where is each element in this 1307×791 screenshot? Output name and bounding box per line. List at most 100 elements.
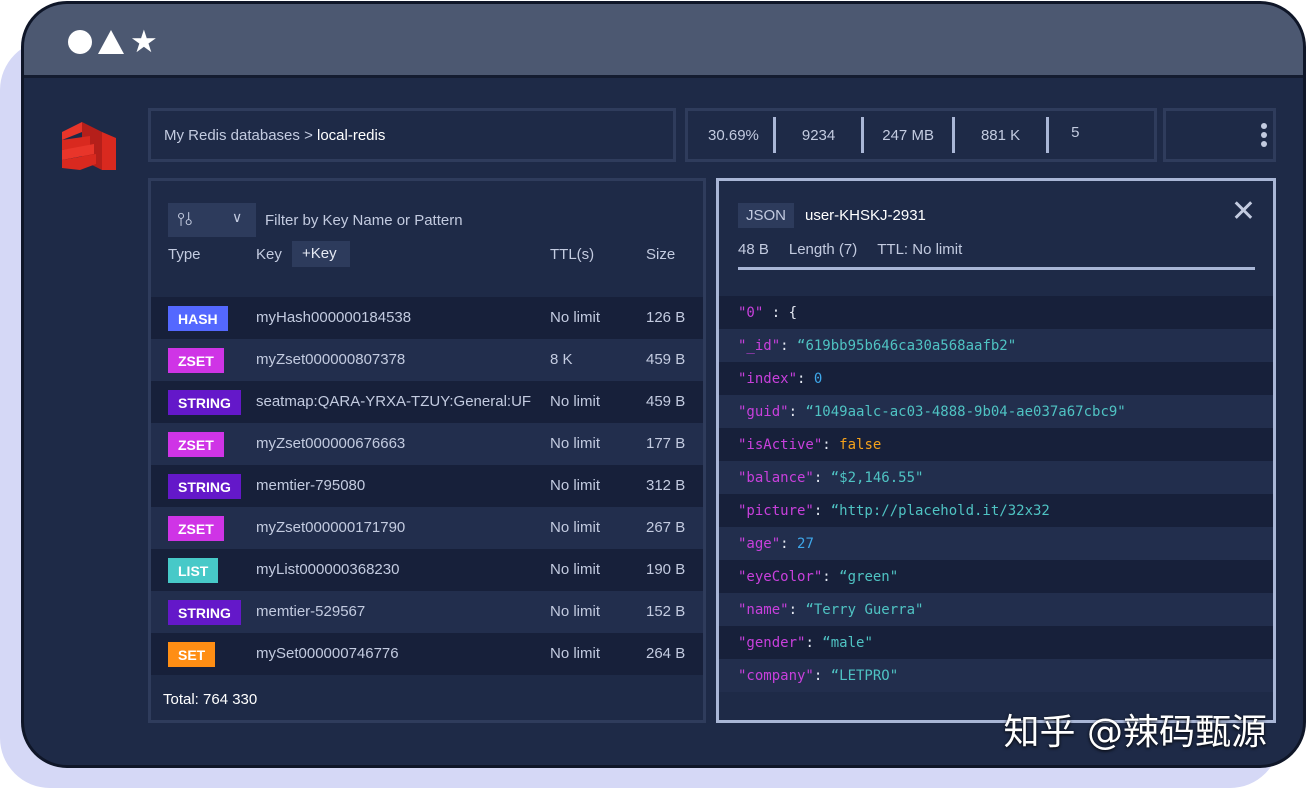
json-line: "gender": “male" (719, 626, 1273, 659)
json-value: “1049aalc-ac03-4888-9b04-ae037a67cbc9" (805, 404, 1126, 420)
json-separator: : (813, 668, 831, 684)
json-separator: : (805, 635, 823, 651)
json-line: "index": 0 (719, 362, 1273, 395)
header-ttl: TTL(s) (550, 246, 595, 263)
json-line: "age": 27 (719, 527, 1273, 560)
json-separator: : (780, 536, 798, 552)
ttl: No limit (550, 603, 601, 620)
type-badge: ZSET (168, 432, 224, 457)
json-key: "gender" (738, 635, 806, 651)
table-row[interactable]: ZSET myZset000000807378 8 K 459 B (151, 339, 703, 381)
json-value: “$2,146.55" (830, 470, 924, 486)
size: 267 B (646, 519, 686, 536)
json-line: "guid": “1049aalc-ac03-4888-9b04-ae037a6… (719, 395, 1273, 428)
stat-clients: 5 (1071, 123, 1080, 141)
title-bar: ★ (24, 4, 1303, 78)
json-value: “male" (822, 635, 873, 651)
json-separator: : (797, 371, 814, 387)
breadcrumb-current: local-redis (317, 127, 386, 144)
redis-logo-icon (62, 122, 116, 170)
json-key: "age" (738, 536, 781, 552)
size: 190 B (646, 561, 686, 578)
ttl: 8 K (550, 351, 573, 368)
sliders-icon: ⫯⫰ (177, 209, 193, 229)
header-size: Size (646, 246, 676, 263)
triangle-icon[interactable] (98, 30, 124, 54)
json-key: "company" (738, 668, 814, 684)
add-key-button[interactable]: +Key (292, 241, 350, 267)
size: 459 B (646, 351, 686, 368)
json-key: "eyeColor" (738, 569, 823, 585)
json-value: “http://placehold.it/32x32 (830, 503, 1050, 519)
key-name: seatmap:QARA-YRXA-TZUY:General:UF (256, 393, 532, 410)
json-key: "index" (738, 371, 798, 387)
type-badge: SET (168, 642, 216, 667)
json-separator: : (788, 602, 806, 618)
table-row[interactable]: ZSET myZset000000676663 No limit 177 B (151, 423, 703, 465)
key-list: HASH myHash000000184538 No limit 126 B ZSET m… (151, 297, 703, 675)
circle-icon[interactable] (68, 30, 92, 54)
ttl: No limit (550, 435, 601, 452)
json-line: "_id": “619bb95b646ca30a568aafb2" (719, 329, 1273, 362)
json-value: 27 (797, 536, 814, 552)
table-row[interactable]: STRING seatmap:QARA-YRXA-TZUY:General:UF N… (151, 381, 703, 423)
ttl: No limit (550, 393, 601, 410)
more-options-icon[interactable] (1261, 123, 1267, 150)
json-value: { (788, 305, 798, 321)
key-ttl: TTL: No limit (877, 241, 963, 258)
json-value: “619bb95b646ca30a568aafb2" (797, 338, 1017, 354)
table-row[interactable]: LIST myList000000368230 No limit 190 B (151, 549, 703, 591)
table-row[interactable]: STRING memtier-529567 No limit 152 B (151, 591, 703, 633)
size: 177 B (646, 435, 686, 452)
key-type-filter-dropdown[interactable]: ⫯⫰ ∨ (168, 203, 256, 237)
json-line: "0" : { (719, 296, 1273, 329)
stat-memory: 247 MB (882, 126, 934, 144)
json-separator: : (813, 470, 831, 486)
type-badge: HASH (168, 306, 228, 331)
divider (738, 267, 1255, 270)
json-line: "isActive": false (719, 428, 1273, 461)
json-key: "isActive" (738, 437, 823, 453)
table-row[interactable]: ZSET myZset000000171790 No limit 267 B (151, 507, 703, 549)
type-badge: ZSET (168, 348, 224, 373)
json-key: "guid" (738, 404, 789, 420)
table-row[interactable]: HASH myHash000000184538 No limit 126 B (151, 297, 703, 339)
stat-keys: 881 K (980, 126, 1021, 144)
json-line: "name": “Terry Guerra" (719, 593, 1273, 626)
total-count: Total: 764 330 (163, 691, 258, 708)
stat-ops: 9234 (801, 126, 836, 144)
type-badge: STRING (168, 474, 241, 499)
json-line: "balance": “$2,146.55" (719, 461, 1273, 494)
ttl: No limit (550, 309, 601, 326)
json-separator: : (822, 569, 840, 585)
table-row[interactable]: SET mySet000000746776 No limit 264 B (151, 633, 703, 675)
breadcrumb-parent[interactable]: My Redis databases > (164, 127, 313, 144)
type-badge: ZSET (168, 516, 224, 541)
stats-bar: 30.69% 9234 247 MB 881 K 5 (685, 108, 1157, 162)
key-browser-panel: ⫯⫰ ∨ Filter by Key Name or Pattern Type … (148, 178, 706, 723)
close-icon[interactable]: ✕ (1231, 197, 1256, 227)
key-name: user-KHSKJ-2931 (805, 207, 926, 224)
key-name: myList000000368230 (256, 561, 400, 578)
json-line: "picture": “http://placehold.it/32x32 (719, 494, 1273, 527)
menu-box (1163, 108, 1276, 162)
json-separator: : (780, 338, 798, 354)
json-key: "balance" (738, 470, 814, 486)
chevron-down-icon: ∨ (232, 209, 243, 225)
app-window: ★ My Redis databases > local-redis 30.69… (21, 1, 1306, 768)
table-row[interactable]: STRING memtier-795080 No limit 312 B (151, 465, 703, 507)
star-icon[interactable]: ★ (130, 27, 158, 58)
json-separator: : (788, 404, 806, 420)
key-length: Length (7) (788, 241, 858, 258)
ttl: No limit (550, 477, 601, 494)
json-separator: : (822, 437, 840, 453)
size: 126 B (646, 309, 686, 326)
filter-input[interactable]: Filter by Key Name or Pattern (265, 212, 463, 229)
key-name: myZset000000676663 (256, 435, 406, 452)
json-key: "_id" (738, 338, 781, 354)
json-value: “LETPRO" (830, 668, 899, 684)
json-key: "picture" (738, 503, 814, 519)
json-value: “green" (839, 569, 899, 585)
size: 152 B (646, 603, 686, 620)
header-type: Type (168, 246, 201, 263)
